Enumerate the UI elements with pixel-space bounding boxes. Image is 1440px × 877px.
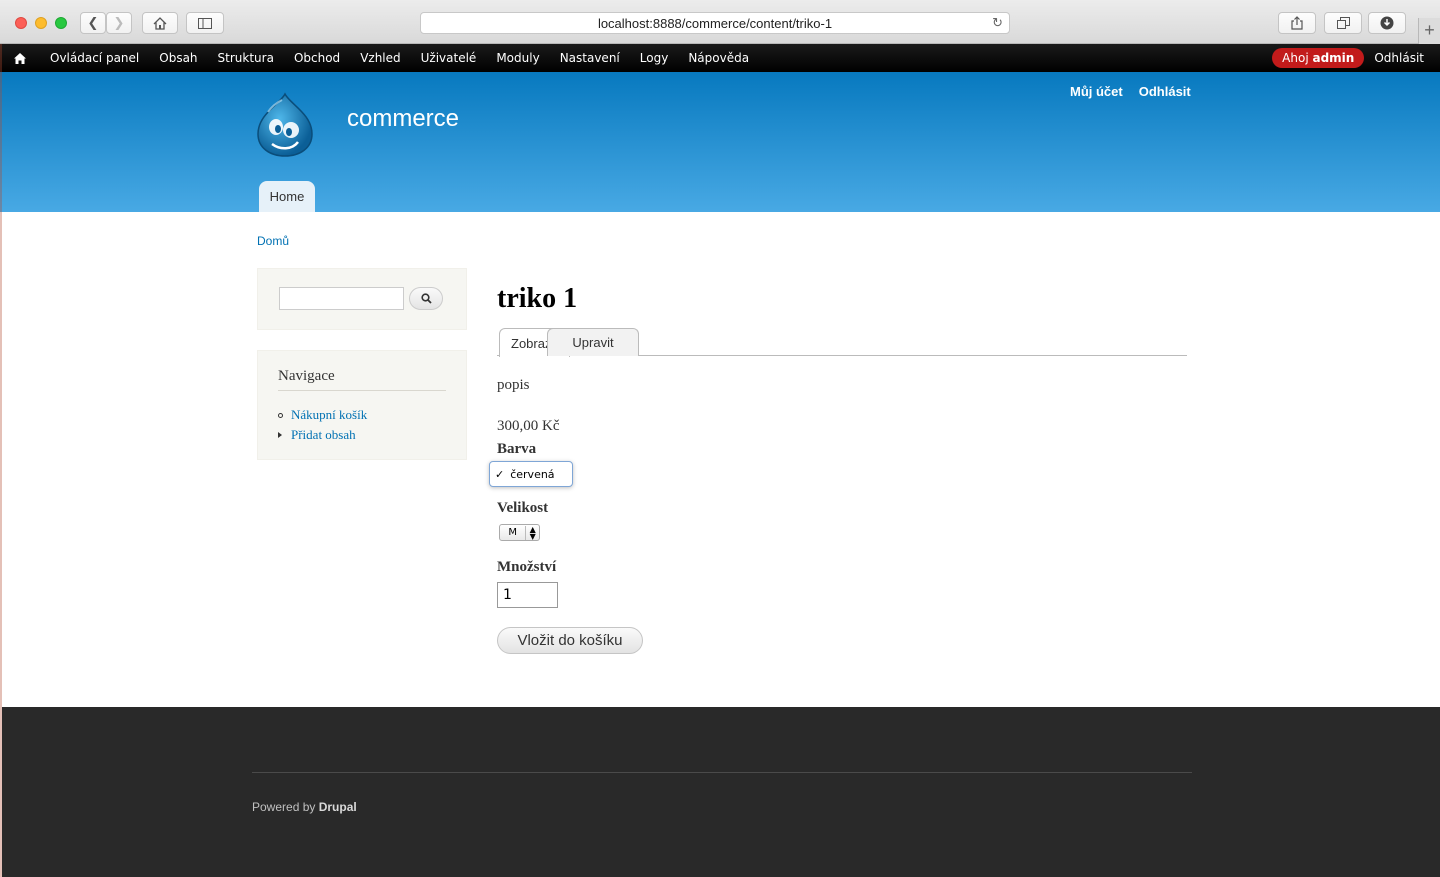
- sidebar-toggle-button[interactable]: [186, 12, 224, 34]
- node-tabs: Zobrazit Upravit: [497, 328, 1187, 357]
- circle-bullet-icon: [278, 412, 283, 418]
- toolbar-item-structure[interactable]: Struktura: [208, 51, 284, 65]
- toolbar-home-button[interactable]: [0, 44, 40, 72]
- sidebar-icon: [198, 17, 212, 29]
- footer-divider: [252, 772, 1192, 773]
- nav-item-add-content[interactable]: Přidat obsah: [278, 425, 367, 445]
- admin-toolbar: Ovládací panel Obsah Struktura Obchod Vz…: [0, 44, 1440, 72]
- reload-icon[interactable]: ↻: [992, 15, 1003, 31]
- checkmark-icon: ✓: [495, 467, 505, 481]
- plus-icon: +: [1424, 20, 1435, 40]
- quantity-label: Množství: [497, 559, 557, 575]
- greeting-username: admin: [1312, 51, 1355, 65]
- toolbar-item-reports[interactable]: Logy: [630, 51, 679, 65]
- downloads-button[interactable]: [1368, 12, 1406, 34]
- download-icon: [1380, 16, 1394, 30]
- tab-edit-label: Upravit: [572, 335, 614, 350]
- toolbar-user-area: Ahoj admin Odhlásit: [1272, 44, 1440, 72]
- home-icon: [153, 16, 167, 30]
- updown-arrows-icon: ▲ ▼: [525, 525, 539, 540]
- product-price: 300,00 Kč: [497, 418, 560, 434]
- site-name[interactable]: commerce: [347, 105, 459, 133]
- search-icon: [420, 293, 432, 304]
- new-tab-button[interactable]: +: [1418, 18, 1440, 44]
- address-bar[interactable]: localhost:8888/commerce/content/triko-1 …: [420, 12, 1010, 34]
- greeting-prefix: Ahoj: [1282, 51, 1309, 65]
- color-select-value: červená: [510, 467, 555, 481]
- powered-by: Powered by Drupal: [252, 800, 357, 814]
- size-select-value: M: [508, 527, 517, 538]
- main-menu-home-tab[interactable]: Home: [259, 181, 315, 212]
- toolbar-item-content[interactable]: Obsah: [149, 51, 207, 65]
- my-account-link[interactable]: Můj účet: [1070, 84, 1123, 99]
- page-title: triko 1: [497, 283, 578, 314]
- drupal-drop-icon: [257, 92, 313, 157]
- toolbar-item-help[interactable]: Nápověda: [678, 51, 759, 65]
- share-button[interactable]: [1278, 12, 1316, 34]
- chevron-right-icon: ❯: [113, 15, 125, 30]
- drupal-link[interactable]: Drupal: [319, 800, 357, 814]
- navigation-block: Navigace Nákupní košík Přidat obsah: [257, 350, 467, 460]
- add-to-cart-button[interactable]: Vložit do košíku: [497, 627, 643, 654]
- url-text: localhost:8888/commerce/content/triko-1: [597, 15, 833, 31]
- toolbar-item-configuration[interactable]: Nastavení: [550, 51, 630, 65]
- tab-edit[interactable]: Upravit: [547, 328, 639, 356]
- search-button[interactable]: [409, 287, 443, 310]
- toolbar-item-appearance[interactable]: Vzhled: [350, 51, 410, 65]
- product-description: popis: [497, 377, 530, 393]
- navigation-divider: [278, 390, 446, 391]
- color-select[interactable]: ✓ červená: [489, 461, 573, 487]
- powered-by-prefix: Powered by: [252, 800, 316, 814]
- site-header: commerce Můj účet Odhlásit Home: [0, 72, 1440, 212]
- window-edge: [0, 44, 2, 877]
- toolbar-item-dashboard[interactable]: Ovládací panel: [40, 51, 149, 65]
- size-label: Velikost: [497, 500, 549, 516]
- chevron-left-icon: ❮: [87, 15, 99, 30]
- toolbar-item-people[interactable]: Uživatelé: [411, 51, 487, 65]
- navigation-title: Navigace: [278, 368, 335, 384]
- site-footer: Powered by Drupal: [2, 707, 1440, 877]
- toolbar-logout-link[interactable]: Odhlásit: [1374, 51, 1440, 65]
- quantity-input[interactable]: 1: [497, 582, 558, 608]
- user-greeting-badge[interactable]: Ahoj admin: [1272, 48, 1365, 68]
- header-logout-link[interactable]: Odhlásit: [1139, 84, 1191, 99]
- close-window-button[interactable]: [15, 17, 27, 29]
- breadcrumb[interactable]: Domů: [257, 234, 289, 248]
- secondary-menu: Můj účet Odhlásit: [1070, 84, 1191, 99]
- search-input[interactable]: [279, 287, 404, 310]
- home-button[interactable]: [142, 12, 178, 34]
- toolbar-item-modules[interactable]: Moduly: [486, 51, 549, 65]
- nav-item-add-content-label: Přidat obsah: [291, 427, 356, 442]
- tabs-overview-button[interactable]: [1324, 12, 1362, 34]
- drupal-logo[interactable]: [254, 92, 316, 158]
- browser-chrome: ❮ ❯ localhost:8888/commerce/content/trik…: [0, 0, 1440, 44]
- search-block: [257, 268, 467, 330]
- back-button[interactable]: ❮: [80, 12, 106, 34]
- toolbar-item-store[interactable]: Obchod: [284, 51, 350, 65]
- nav-item-cart[interactable]: Nákupní košík: [278, 405, 367, 425]
- color-label: Barva: [497, 441, 537, 457]
- minimize-window-button[interactable]: [35, 17, 47, 29]
- forward-button[interactable]: ❯: [106, 12, 132, 34]
- tabs-icon: [1336, 17, 1350, 29]
- nav-item-cart-label: Nákupní košík: [291, 407, 368, 422]
- home-icon: [14, 52, 26, 64]
- size-select[interactable]: M ▲ ▼: [499, 524, 540, 541]
- zoom-window-button[interactable]: [55, 17, 67, 29]
- share-icon: [1291, 16, 1303, 30]
- navigation-list: Nákupní košík Přidat obsah: [278, 405, 367, 445]
- triangle-right-icon: [278, 432, 282, 438]
